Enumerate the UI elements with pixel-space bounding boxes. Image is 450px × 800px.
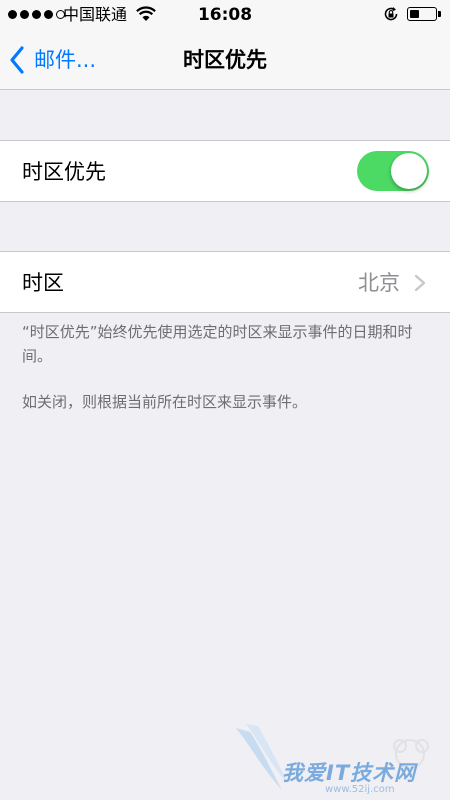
rotation-lock-icon	[384, 7, 398, 21]
battery-icon	[407, 7, 437, 21]
override-group: 时区优先	[0, 140, 450, 202]
page-title: 时区优先	[183, 48, 267, 72]
status-bar: 中国联通 16:08	[0, 0, 450, 30]
override-label: 时区优先	[22, 160, 106, 184]
watermark-text: 我爱IT技术网	[282, 761, 417, 785]
chevron-right-icon	[414, 274, 426, 292]
toggle-knob	[391, 153, 427, 189]
footer-description: “时区优先”始终优先使用选定的时区来显示事件的日期和时间。	[22, 323, 413, 365]
override-toggle[interactable]	[357, 151, 429, 191]
battery-level	[410, 10, 419, 18]
footer-note: 如关闭，则根据当前所在时区来显示事件。	[22, 393, 308, 411]
battery-tip	[438, 11, 441, 17]
timezone-label: 时区	[22, 271, 64, 295]
timezone-value: 北京	[358, 271, 400, 295]
timezone-row[interactable]: 时区 北京	[0, 251, 450, 313]
navigation-bar: 邮件... 时区优先	[0, 30, 450, 90]
watermark-url: www.52ij.com	[325, 784, 395, 795]
